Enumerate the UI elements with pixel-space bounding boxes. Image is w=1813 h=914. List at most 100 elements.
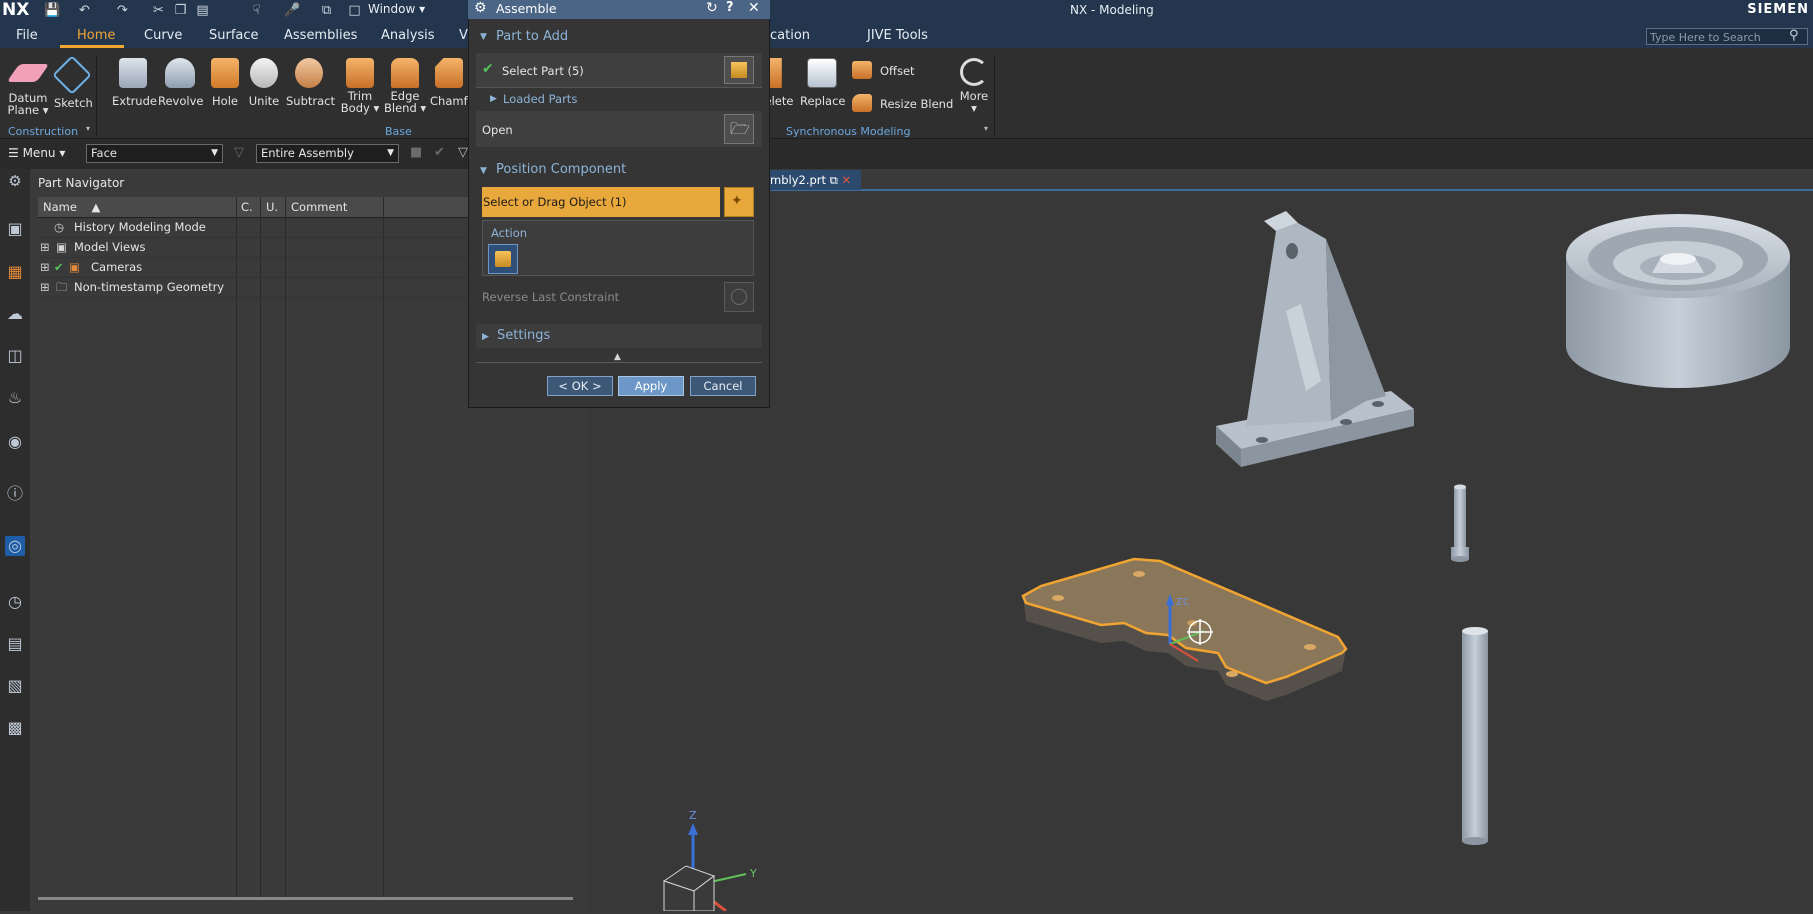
assembly-navigator-icon[interactable]: ▣	[5, 219, 25, 239]
settings-gear-icon[interactable]: ⚙	[5, 171, 25, 191]
reverse-last-constraint-button[interactable]: ◯	[724, 282, 754, 312]
system-materials-icon[interactable]: ◎	[5, 536, 25, 556]
tab-jive-tools[interactable]: JIVE Tools	[867, 28, 928, 43]
collapse-dialog-icon[interactable]: ▲	[614, 352, 621, 362]
close-icon[interactable]: ✕	[748, 0, 760, 16]
column-uptodate[interactable]: U.	[266, 200, 278, 214]
section-position-component[interactable]: Position Component	[496, 162, 626, 177]
3d-scene[interactable]: ZC Z Y	[586, 191, 1813, 913]
cut-icon[interactable]: ✂	[150, 2, 167, 19]
select-all-icon[interactable]: ✔	[434, 145, 445, 160]
offset-face-button[interactable]: Offset	[880, 64, 915, 78]
deselect-icon[interactable]: ▽	[458, 145, 468, 160]
resize-blend-button[interactable]: Resize Blend	[880, 97, 953, 111]
search-icon[interactable]: ⚲	[1789, 28, 1799, 43]
reset-icon[interactable]: ↻	[706, 0, 718, 16]
tab-curve[interactable]: Curve	[144, 28, 182, 43]
sketch-button[interactable]: Sketch	[52, 55, 93, 110]
process-studio-icon[interactable]: ▤	[5, 634, 25, 654]
filter-icon[interactable]: ▽	[234, 145, 244, 160]
select-part-button[interactable]	[724, 56, 754, 84]
extrude-button[interactable]: Extrude	[112, 58, 157, 108]
title-bar: NX 💾 ↶ ↷ ✂ ❐ ▤ ☟ 🎤 ⧉ □ Window ▾	[0, 0, 1813, 21]
section-collapse-icon[interactable]: ▼	[480, 32, 487, 42]
expand-icon[interactable]: ▶	[490, 94, 497, 104]
group-expand-icon[interactable]: ▾	[86, 124, 90, 133]
touch-mode-icon[interactable]: ☟	[248, 2, 265, 19]
section-part-to-add[interactable]: Part to Add	[496, 29, 568, 44]
chamfer-button[interactable]: Chamfe	[430, 58, 475, 108]
web-browser-icon[interactable]: ◉	[5, 432, 25, 452]
command-search-input[interactable]: Type Here to Search	[1646, 28, 1808, 45]
trim-body-button[interactable]: Trim Body ▾	[340, 58, 380, 114]
tab-analysis[interactable]: Analysis	[381, 28, 435, 43]
expand-icon[interactable]: ▶	[482, 332, 489, 342]
section-collapse-icon[interactable]: ▼	[480, 166, 487, 176]
pin-part[interactable]	[1451, 484, 1469, 563]
shaft-part[interactable]	[1462, 627, 1488, 845]
history-clock-icon[interactable]: ◷	[5, 592, 25, 612]
section-settings[interactable]: Settings	[497, 328, 550, 343]
paste-icon[interactable]: ▤	[194, 2, 211, 19]
graphics-tab[interactable]: mbly2.prt ⧉ ✕	[766, 170, 861, 190]
redo-icon[interactable]: ↷	[114, 2, 131, 19]
menu-button[interactable]: ☰ Menu ▾	[8, 146, 65, 160]
column-current[interactable]: C.	[241, 200, 253, 214]
help-icon[interactable]: ?	[726, 0, 734, 15]
move-action-button[interactable]	[488, 244, 518, 274]
roles-icon[interactable]: ▧	[5, 676, 25, 696]
loaded-parts-toggle[interactable]: Loaded Parts	[503, 92, 577, 106]
replace-face-button[interactable]: Replace	[800, 58, 846, 108]
datum-plane-button[interactable]: Datum Plane ▾	[6, 58, 50, 116]
tab-home[interactable]: Home	[77, 28, 115, 43]
window-icon[interactable]: □	[346, 2, 363, 19]
revolve-button[interactable]: Revolve	[158, 58, 203, 108]
palette-icon[interactable]: ⓘ	[5, 484, 25, 504]
apply-button[interactable]: Apply	[618, 376, 684, 396]
edge-blend-button[interactable]: Edge Blend ▾	[384, 58, 426, 114]
tab-assemblies[interactable]: Assemblies	[284, 28, 357, 43]
column-comment[interactable]: Comment	[291, 200, 347, 214]
tab-surface[interactable]: Surface	[209, 28, 259, 43]
checkmark-icon: ✔	[482, 61, 494, 77]
more-button[interactable]: More ▾	[956, 58, 992, 114]
navigator-scrollbar[interactable]	[38, 897, 573, 900]
expand-icon[interactable]: ⊞	[40, 280, 50, 294]
tab-view[interactable]: V	[459, 28, 468, 43]
tab-file[interactable]: File	[16, 28, 38, 43]
cancel-button[interactable]: Cancel	[690, 376, 756, 396]
base-plate-part[interactable]	[1021, 557, 1348, 701]
copy-icon[interactable]: ❐	[172, 2, 189, 19]
open-folder-button[interactable]: 🗁	[724, 114, 754, 144]
unite-icon	[250, 58, 278, 88]
select-object-button[interactable]: ✦	[724, 187, 754, 217]
window-menu[interactable]: Window ▾	[368, 2, 425, 16]
view-triad[interactable]: Z Y	[662, 809, 757, 913]
type-filter-select[interactable]: Face ▼	[86, 144, 223, 163]
graphics-window[interactable]: ZC Z Y	[586, 191, 1813, 913]
save-icon[interactable]: 💾	[44, 2, 61, 19]
group-expand-icon[interactable]: ▾	[984, 124, 988, 133]
hd3d-tools-icon[interactable]: ♨	[5, 388, 25, 408]
expand-icon[interactable]: ⊞	[40, 260, 50, 274]
hole-button[interactable]: Hole	[210, 58, 240, 108]
microphone-icon[interactable]: 🎤	[284, 2, 301, 19]
unite-label: Unite	[248, 94, 280, 108]
reuse-library-icon[interactable]: ◫	[5, 346, 25, 366]
selection-option-icon[interactable]: ■	[410, 145, 422, 160]
selection-scope-select[interactable]: Entire Assembly ▼	[256, 144, 399, 163]
tab-application[interactable]: cation	[770, 28, 810, 43]
system-scenes-icon[interactable]: ▩	[5, 718, 25, 738]
ok-button[interactable]: < OK >	[547, 376, 613, 396]
part-navigator-icon[interactable]: ☁	[5, 304, 25, 324]
open-row[interactable]	[476, 111, 762, 147]
constraint-navigator-icon[interactable]: ▦	[5, 262, 25, 282]
subtract-button[interactable]: Subtract	[286, 58, 335, 108]
undo-icon[interactable]: ↶	[76, 2, 93, 19]
switch-window-icon[interactable]: ⧉	[318, 2, 335, 19]
pulley-part[interactable]	[1566, 214, 1790, 388]
expand-icon[interactable]: ⊞	[40, 240, 50, 254]
unite-button[interactable]: Unite	[248, 58, 280, 108]
bracket-part[interactable]	[1216, 211, 1414, 467]
column-name[interactable]: Name ▲	[43, 200, 100, 214]
